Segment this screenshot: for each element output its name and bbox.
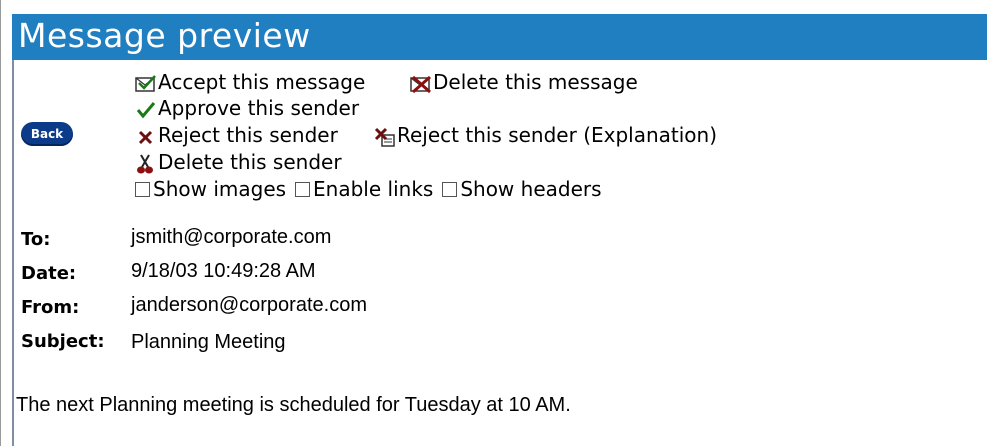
subject-value: Planning Meeting xyxy=(131,331,286,353)
envelope-x-icon xyxy=(410,73,432,95)
to-value: jsmith@corporate.com xyxy=(131,226,332,248)
subject-label: Subject: xyxy=(21,331,105,352)
page-title: Message preview xyxy=(18,16,311,55)
enable-links-option[interactable]: Enable links xyxy=(295,176,433,202)
reject-sender-link[interactable]: Reject this sender xyxy=(135,123,338,147)
accept-message-label: Accept this message xyxy=(158,70,366,94)
delete-message-label: Delete this message xyxy=(433,70,638,94)
approve-sender-label: Approve this sender xyxy=(158,96,360,120)
approve-sender-link[interactable]: Approve this sender xyxy=(135,96,359,120)
title-bar: Message preview xyxy=(12,14,987,60)
checkmark-icon xyxy=(135,99,157,121)
reject-sender-label: Reject this sender xyxy=(158,123,338,147)
to-label: To: xyxy=(21,229,51,250)
delete-sender-label: Delete this sender xyxy=(158,150,342,174)
message-body: The next Planning meeting is scheduled f… xyxy=(16,394,571,416)
date-label: Date: xyxy=(21,263,77,284)
enable-links-checkbox[interactable] xyxy=(295,181,311,197)
accept-message-link[interactable]: Accept this message xyxy=(135,70,365,94)
delete-sender-link[interactable]: Delete this sender xyxy=(135,150,342,174)
reject-sender-explanation-link[interactable]: Reject this sender (Explanation) xyxy=(374,123,717,147)
x-mark-icon xyxy=(135,126,157,148)
from-label: From: xyxy=(21,297,80,318)
envelope-x-note-icon xyxy=(374,126,396,148)
from-value: janderson@corporate.com xyxy=(131,294,367,316)
envelope-check-icon xyxy=(135,73,157,95)
show-headers-label: Show headers xyxy=(460,177,602,201)
show-headers-checkbox[interactable] xyxy=(442,181,458,197)
left-divider xyxy=(12,60,14,446)
delete-message-link[interactable]: Delete this message xyxy=(410,70,638,94)
view-options: Show images Enable links Show headers xyxy=(135,176,611,202)
scissors-icon xyxy=(135,153,157,175)
show-headers-option[interactable]: Show headers xyxy=(442,176,602,202)
reject-sender-explanation-label: Reject this sender (Explanation) xyxy=(397,123,718,147)
show-images-option[interactable]: Show images xyxy=(135,176,286,202)
show-images-label: Show images xyxy=(153,177,287,201)
date-value: 9/18/03 10:49:28 AM xyxy=(131,260,316,282)
enable-links-label: Enable links xyxy=(313,177,434,201)
message-preview-window: Message preview Back Accept this message… xyxy=(0,0,996,446)
back-button[interactable]: Back xyxy=(21,122,73,146)
show-images-checkbox[interactable] xyxy=(135,181,150,197)
